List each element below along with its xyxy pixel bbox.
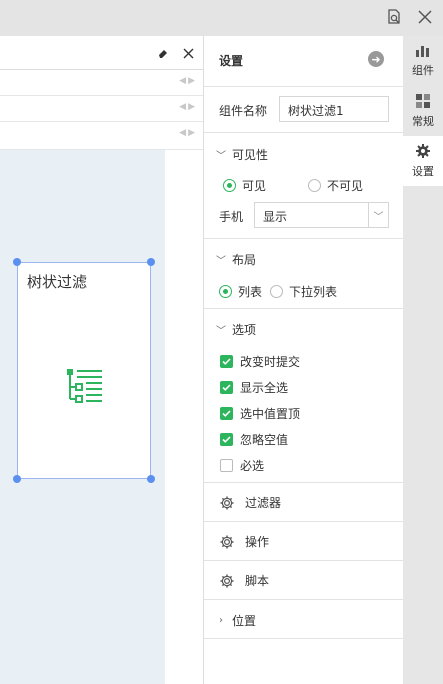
link-filter[interactable]: 过滤器 [219,494,281,511]
link-label: 操作 [245,535,270,549]
resize-handle[interactable] [13,475,21,483]
link-label: 过滤器 [245,496,282,510]
scroll-arrows-icon[interactable]: ◀▶ [179,128,197,138]
divider [204,308,404,309]
radio-label: 不可见 [327,179,364,193]
chevron-right-icon: › [219,615,223,626]
checkbox-unchecked [220,459,233,472]
tab-general[interactable]: 常规 [403,86,443,136]
radio-label: 列表 [238,285,263,299]
mobile-select[interactable]: 显示 ﹀ [254,202,389,228]
gear-icon [220,574,234,587]
panel-header: 设置 ➜ [204,36,404,86]
gear-icon [416,144,430,158]
resize-handle[interactable] [147,475,155,483]
divider [204,86,404,87]
editor-toolbar [0,36,203,70]
checkbox-checked [220,355,233,368]
close-icon[interactable] [180,45,196,61]
editor-area: ◀▶ ◀▶ ◀▶ 树状过滤 [0,36,203,684]
window-titlebar [0,0,443,36]
tree-list-icon [66,368,104,407]
checkbox-label: 改变时提交 [240,355,301,369]
link-actions[interactable]: 操作 [219,533,269,550]
divider [204,599,404,600]
divider [204,132,404,133]
tab-label: 组件 [412,64,434,77]
list-item[interactable]: ◀▶ [0,96,203,122]
preview-icon[interactable] [383,6,405,28]
section-options[interactable]: ﹀ 选项 [216,321,256,338]
gear-icon [220,535,234,548]
chevron-down-icon: ﹀ [216,326,226,337]
radio-dropdown-list[interactable]: 下拉列表 [270,283,337,300]
resize-handle[interactable] [147,258,155,266]
radio-dot-checked [223,179,236,192]
checkbox-label: 必选 [240,459,265,473]
eraser-icon[interactable] [155,45,171,61]
properties-panel: 设置 ➜ 组件名称 树状过滤1 ﹀ 可见性 可见 不可见 手机 显示 ﹀ ﹀ 布… [203,36,404,684]
scroll-arrows-icon[interactable]: ◀▶ [179,102,197,112]
scroll-arrows-icon[interactable]: ◀▶ [179,76,197,86]
radio-invisible[interactable]: 不可见 [308,177,363,194]
checkbox-selected-on-top[interactable]: 选中值置顶 [220,405,300,422]
close-icon[interactable] [414,6,436,28]
section-visibility[interactable]: ﹀ 可见性 [216,146,268,163]
select-value: 显示 [263,210,288,224]
radio-dot-checked [219,285,232,298]
checkbox-submit-on-change[interactable]: 改变时提交 [220,353,300,370]
tab-label: 设置 [412,165,434,178]
checkbox-checked [220,381,233,394]
section-title: 位置 [232,614,257,628]
chevron-down-icon: ﹀ [216,151,226,162]
bar-chart-icon [416,46,429,57]
mobile-label: 手机 [219,210,244,224]
radio-visible[interactable]: 可见 [223,177,266,194]
tree-filter-widget[interactable]: 树状过滤 [13,258,155,483]
radio-label: 下拉列表 [289,285,338,299]
divider [204,521,404,522]
name-label: 组件名称 [219,104,268,118]
component-name-input[interactable]: 树状过滤1 [279,96,389,122]
divider [204,238,404,239]
gear-icon [220,496,234,509]
list-item[interactable]: ◀▶ [0,122,203,150]
chevron-down-icon[interactable]: ﹀ [368,203,388,227]
section-title: 可见性 [232,148,269,162]
divider [204,482,404,483]
panel-title: 设置 [219,54,244,68]
checkbox-label: 显示全选 [240,381,289,395]
design-canvas[interactable]: 树状过滤 [0,150,165,684]
checkbox-checked [220,407,233,420]
section-title: 布局 [232,253,257,267]
checkbox-show-select-all[interactable]: 显示全选 [220,379,288,396]
tab-label: 常规 [412,115,434,128]
arrow-right-icon[interactable]: ➜ [368,51,384,67]
side-tabbar: 组件 常规 设置 [403,36,443,684]
link-label: 脚本 [245,574,270,588]
checkbox-checked [220,433,233,446]
grid-icon [416,94,430,108]
chevron-down-icon: ﹀ [216,256,226,267]
resize-handle[interactable] [13,258,21,266]
widget-title: 树状过滤 [27,273,88,291]
section-layout[interactable]: ﹀ 布局 [216,251,256,268]
checkbox-label: 选中值置顶 [240,407,301,421]
divider [204,560,404,561]
tab-components[interactable]: 组件 [403,36,443,86]
section-title: 选项 [232,323,257,337]
checkbox-ignore-empty[interactable]: 忽略空值 [220,431,288,448]
radio-list[interactable]: 列表 [219,283,262,300]
checkbox-label: 忽略空值 [240,433,289,447]
radio-label: 可见 [242,179,267,193]
divider [204,638,404,639]
link-script[interactable]: 脚本 [219,572,269,589]
radio-dot [270,285,283,298]
section-position[interactable]: › 位置 [216,612,256,629]
list-item[interactable]: ◀▶ [0,70,203,96]
radio-dot [308,179,321,192]
tab-settings[interactable]: 设置 [403,136,443,186]
checkbox-required[interactable]: 必选 [220,457,264,474]
